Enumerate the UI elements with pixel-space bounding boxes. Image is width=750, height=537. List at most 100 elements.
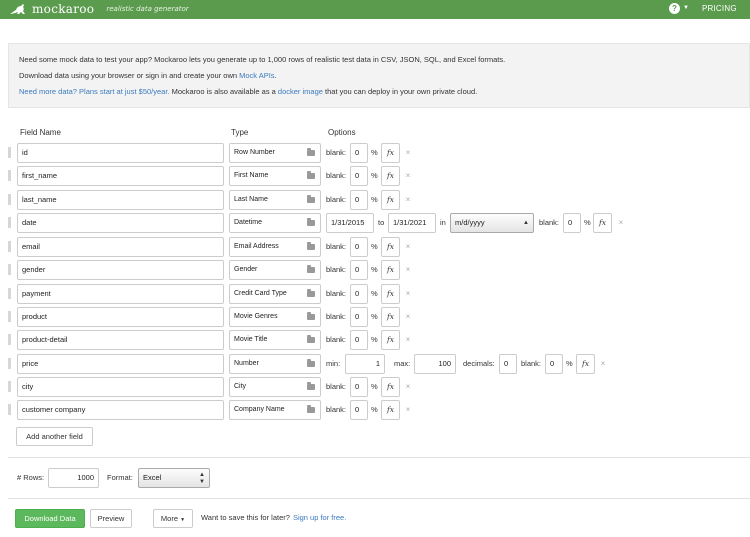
format-select[interactable]: Excel ▲ ▼ [138,468,210,488]
date-to-input[interactable]: 1/31/2021 [388,213,436,233]
drag-handle[interactable] [8,358,11,369]
more-button[interactable]: More ▼ [153,509,193,528]
rows-input[interactable]: 1000 [48,468,99,488]
field-name-input[interactable]: customer company [17,400,224,420]
field-type-select[interactable]: Movie Title [229,330,321,350]
blank-input[interactable]: 0 [350,284,368,304]
field-type-select[interactable]: Email Address [229,237,321,257]
field-type-select[interactable]: Row Number [229,143,321,163]
field-type-select[interactable]: First Name [229,166,321,186]
drag-handle[interactable] [8,217,11,228]
formula-button[interactable]: fx [381,330,400,350]
field-type-select[interactable]: Movie Genres [229,307,321,327]
blank-input[interactable]: 0 [350,400,368,420]
preview-button[interactable]: Preview [90,509,132,528]
intro-line-2-text: Download data using your browser or sign… [19,71,240,80]
field-name-input[interactable]: date [17,213,224,233]
field-type-label: Last Name [234,196,268,203]
field-type-select[interactable]: Datetime [229,213,321,233]
drag-handle[interactable] [8,288,11,299]
plans-link[interactable]: Need more data? Plans start at just $50/… [19,87,170,96]
blank-input[interactable]: 0 [350,377,368,397]
field-name-input[interactable]: payment [17,284,224,304]
field-name-input[interactable]: id [17,143,224,163]
drag-handle[interactable] [8,241,11,252]
field-type-select[interactable]: Number [229,354,321,374]
field-type-select[interactable]: Company Name [229,400,321,420]
top-navbar: mockaroo realistic data generator ? ▼ PR… [0,0,750,19]
delete-icon[interactable]: × [404,330,412,350]
signup-link[interactable]: Sign up for free. [293,513,346,522]
blank-input[interactable]: 0 [350,166,368,186]
formula-button[interactable]: fx [381,307,400,327]
pricing-link[interactable]: PRICING [702,4,737,13]
formula-button[interactable]: fx [381,143,400,163]
decimals-input[interactable]: 0 [499,354,517,374]
delete-icon[interactable]: × [599,354,607,374]
field-type-label: Email Address [234,243,279,250]
field-type-select[interactable]: Gender [229,260,321,280]
drag-handle[interactable] [8,311,11,322]
formula-button[interactable]: fx [381,190,400,210]
add-field-button[interactable]: Add another field [16,427,93,446]
formula-button[interactable]: fx [381,377,400,397]
help-icon[interactable]: ? [669,3,680,14]
blank-input[interactable]: 0 [350,190,368,210]
formula-button[interactable]: fx [576,354,595,374]
drag-handle[interactable] [8,264,11,275]
field-row: price Number min: 1 max: 100 decimals: 0… [0,354,750,374]
blank-input[interactable]: 0 [350,143,368,163]
field-name-input[interactable]: product-detail [17,330,224,350]
formula-button[interactable]: fx [381,166,400,186]
drag-handle[interactable] [8,404,11,415]
field-row: first_name First Name blank: 0 % fx × [0,166,750,186]
delete-icon[interactable]: × [404,307,412,327]
field-type-select[interactable]: Last Name [229,190,321,210]
drag-handle[interactable] [8,147,11,158]
field-name-input[interactable]: gender [17,260,224,280]
field-type-select[interactable]: Credit Card Type [229,284,321,304]
blank-input[interactable]: 0 [563,213,581,233]
delete-icon[interactable]: × [404,166,412,186]
delete-icon[interactable]: × [404,284,412,304]
field-name-input[interactable]: email [17,237,224,257]
delete-icon[interactable]: × [404,237,412,257]
download-data-button[interactable]: Download Data [15,509,85,528]
drag-handle[interactable] [8,194,11,205]
blank-input[interactable]: 0 [545,354,563,374]
drag-handle[interactable] [8,170,11,181]
chevron-down-icon[interactable]: ▼ [683,5,689,11]
formula-button[interactable]: fx [593,213,612,233]
delete-icon[interactable]: × [404,400,412,420]
docker-image-link[interactable]: docker image [278,87,323,96]
field-name-input[interactable]: first_name [17,166,224,186]
drag-handle[interactable] [8,334,11,345]
formula-button[interactable]: fx [381,284,400,304]
field-name-input[interactable]: last_name [17,190,224,210]
field-name-input[interactable]: price [17,354,224,374]
max-input[interactable]: 100 [414,354,456,374]
field-name-input[interactable]: product [17,307,224,327]
delete-icon[interactable]: × [404,143,412,163]
field-type-select[interactable]: City [229,377,321,397]
delete-icon[interactable]: × [404,260,412,280]
date-format-select[interactable]: m/d/yyyy ▲ [450,213,534,233]
delete-icon[interactable]: × [404,377,412,397]
delete-icon[interactable]: × [404,190,412,210]
drag-handle[interactable] [8,381,11,392]
logo[interactable]: mockaroo realistic data generator [8,2,189,16]
formula-button[interactable]: fx [381,400,400,420]
date-from-input[interactable]: 1/31/2015 [326,213,374,233]
blank-input[interactable]: 0 [350,330,368,350]
percent-label: % [371,148,378,157]
kangaroo-icon [10,4,25,14]
formula-button[interactable]: fx [381,237,400,257]
formula-button[interactable]: fx [381,260,400,280]
field-name-input[interactable]: city [17,377,224,397]
blank-input[interactable]: 0 [350,237,368,257]
mock-apis-link[interactable]: Mock APIs [239,71,274,80]
min-input[interactable]: 1 [345,354,385,374]
blank-input[interactable]: 0 [350,307,368,327]
delete-icon[interactable]: × [617,213,625,233]
blank-input[interactable]: 0 [350,260,368,280]
